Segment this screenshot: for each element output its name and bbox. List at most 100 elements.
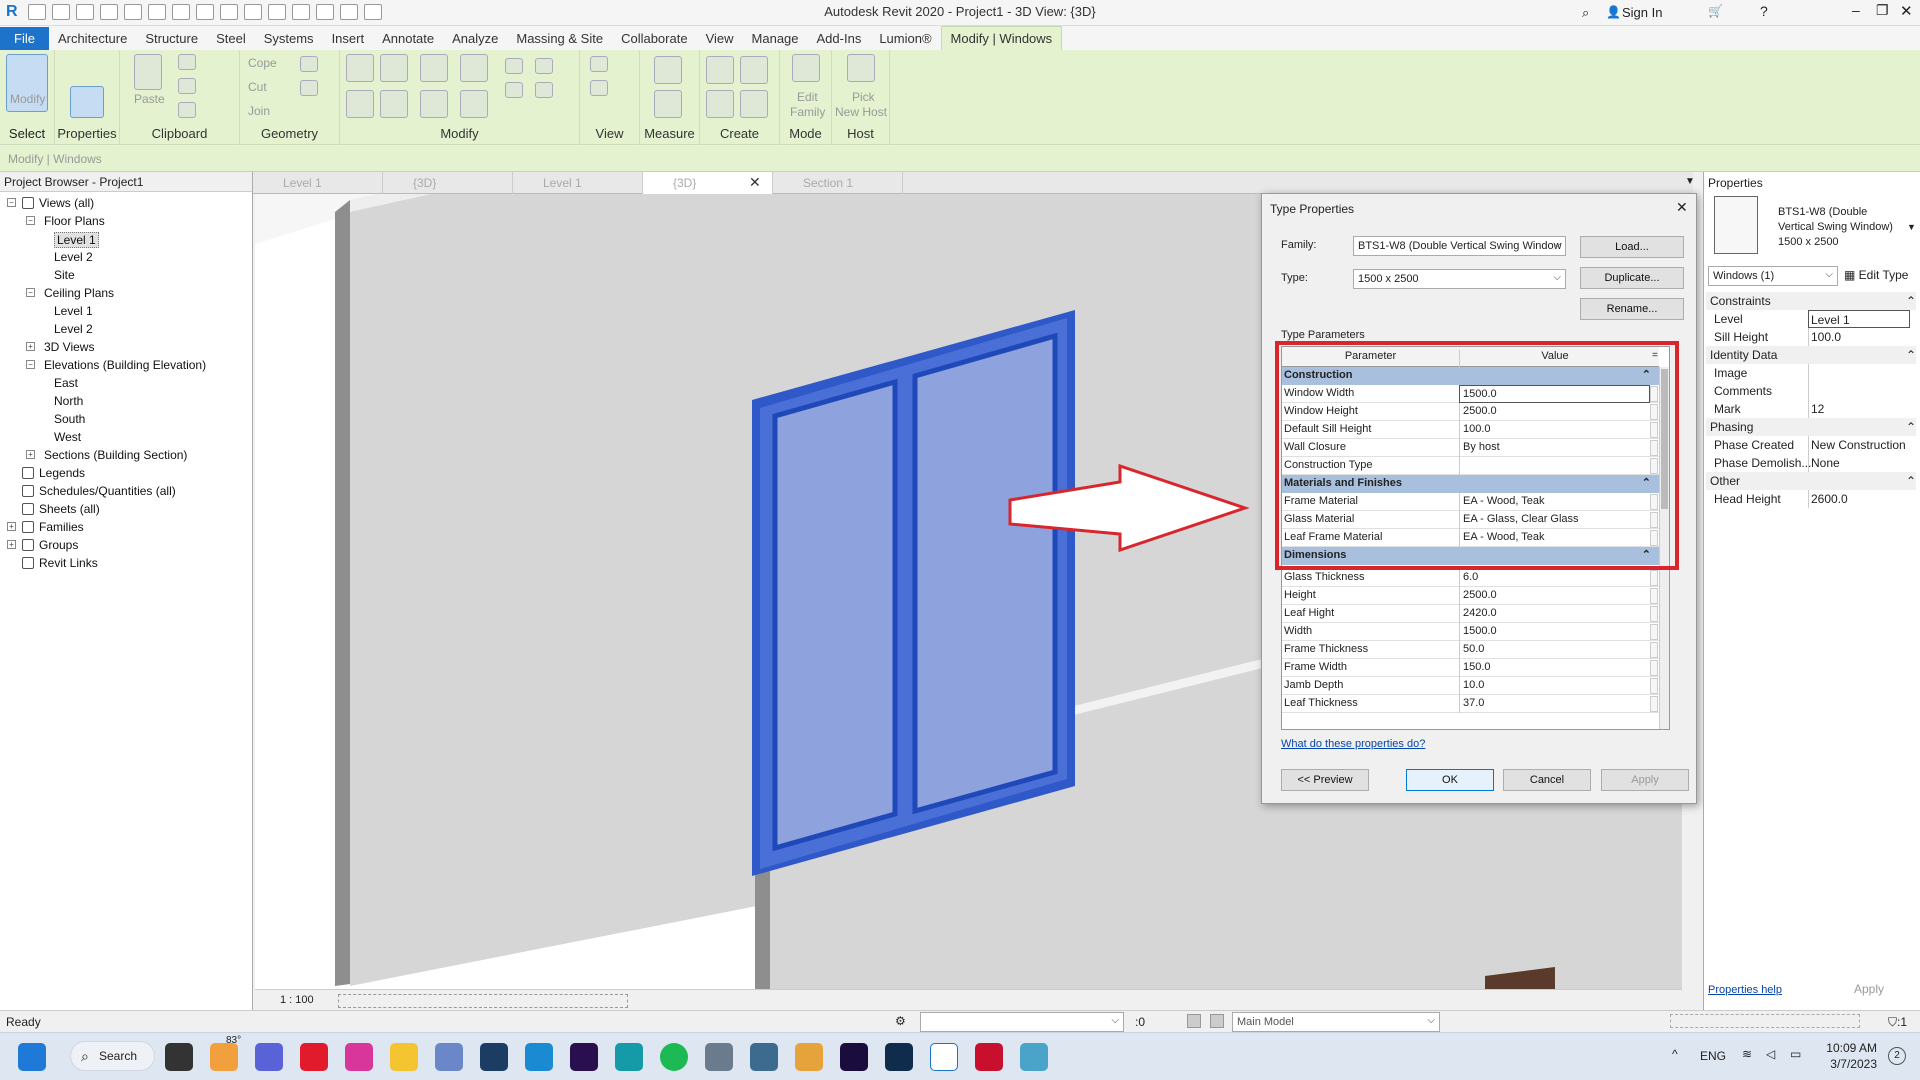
user-icon[interactable]: 👤 <box>1606 5 1621 19</box>
tab-lumion[interactable]: Lumion® <box>870 27 940 50</box>
apply-button[interactable]: Apply <box>1601 769 1689 791</box>
clock-date[interactable]: 3/7/2023 <box>1822 1057 1877 1071</box>
battery-icon[interactable]: ▭ <box>1790 1047 1801 1061</box>
tree-node[interactable]: Level 1 <box>54 232 99 248</box>
tab-view[interactable]: View <box>697 27 743 50</box>
split-face-icon[interactable] <box>300 80 318 96</box>
language-indicator[interactable]: ENG <box>1700 1049 1726 1063</box>
cart-icon[interactable]: 🛒 <box>1708 4 1723 18</box>
exclude-options-icon[interactable] <box>1187 1014 1201 1028</box>
press-drag-icon[interactable] <box>1210 1014 1224 1028</box>
tab-view-section-1[interactable]: Section 1 <box>773 172 903 194</box>
tab-massing-site[interactable]: Massing & Site <box>507 27 612 50</box>
property-value-field[interactable]: None <box>1808 454 1910 472</box>
clock-time[interactable]: 10:09 AM <box>1822 1041 1877 1055</box>
collapse-icon[interactable]: ⌃ <box>1906 474 1916 488</box>
premiere-icon[interactable] <box>570 1043 598 1071</box>
property-value-field[interactable] <box>1808 382 1910 400</box>
tab-view-level-1[interactable]: Level 1 <box>253 172 383 194</box>
tab-view-3d[interactable]: {3D} <box>383 172 513 194</box>
view-scale[interactable]: 1 : 100 <box>280 994 314 1006</box>
tab-manage[interactable]: Manage <box>743 27 808 50</box>
tab-view-level-1b[interactable]: Level 1 <box>513 172 643 194</box>
tab-annotate[interactable]: Annotate <box>373 27 443 50</box>
tree-expander-icon[interactable]: + <box>7 540 16 549</box>
property-group-header[interactable]: Constraints <box>1706 292 1916 310</box>
tree-node[interactable]: Site <box>54 268 75 282</box>
tree-node[interactable]: Level 2 <box>54 250 93 264</box>
tree-expander-icon[interactable]: + <box>7 522 16 531</box>
delete-icon[interactable] <box>535 82 553 98</box>
tree-expander-icon[interactable]: − <box>26 288 35 297</box>
align-icon[interactable] <box>346 54 374 82</box>
lightroom-icon[interactable] <box>480 1043 508 1071</box>
property-group-header[interactable]: Identity Data <box>1706 346 1916 364</box>
join-button[interactable]: Join <box>248 104 270 118</box>
create-parts-icon[interactable] <box>740 56 768 84</box>
app-icon-2[interactable] <box>750 1043 778 1071</box>
type-name-line-3[interactable]: 1500 x 2500 <box>1778 236 1839 248</box>
cope-button[interactable]: Cope <box>248 56 277 70</box>
start-icon[interactable] <box>18 1043 46 1071</box>
binoculars-icon[interactable]: ⌕ <box>1582 5 1589 21</box>
property-value-field[interactable]: 2600.0 <box>1808 490 1910 508</box>
param-value-field[interactable]: 10.0 <box>1459 677 1650 695</box>
sign-in-link[interactable]: Sign In <box>1622 5 1662 20</box>
app-icon-3[interactable] <box>1020 1043 1048 1071</box>
workset-select[interactable]: Main Model ⌵ <box>1232 1012 1440 1032</box>
app-icon-1[interactable] <box>705 1043 733 1071</box>
split-icon[interactable] <box>460 54 488 82</box>
tree-node[interactable]: Sheets (all) <box>39 502 100 516</box>
type-name-line-1[interactable]: BTS1-W8 (Double <box>1778 206 1867 218</box>
tree-node[interactable]: Groups <box>39 538 78 552</box>
param-value-field[interactable]: 150.0 <box>1459 659 1650 677</box>
task-view-icon[interactable] <box>165 1043 193 1071</box>
selection-toggle-icons[interactable] <box>1670 1014 1860 1028</box>
view-controls-icons[interactable] <box>338 994 628 1008</box>
type-name-line-2[interactable]: Vertical Swing Window) <box>1778 221 1893 233</box>
associate-parameter-button[interactable] <box>1650 678 1658 694</box>
param-value-field[interactable]: 37.0 <box>1459 695 1650 713</box>
close-icon[interactable]: ✕ <box>1900 2 1913 20</box>
collapse-icon[interactable]: ⌃ <box>1906 348 1916 362</box>
tree-node[interactable]: North <box>54 394 83 408</box>
help-icon[interactable]: ? <box>1760 3 1768 19</box>
filter-count[interactable]: ⛉:1 <box>1888 1015 1907 1030</box>
media-icon[interactable] <box>795 1043 823 1071</box>
scale-icon[interactable] <box>505 82 523 98</box>
type-selector-chevron-icon[interactable]: ▼ <box>1907 222 1916 232</box>
tree-node[interactable]: Floor Plans <box>44 214 105 228</box>
cancel-button[interactable]: Cancel <box>1503 769 1591 791</box>
copy-icon[interactable] <box>178 78 196 94</box>
tree-expander-icon[interactable]: − <box>26 360 35 369</box>
close-tab-icon[interactable]: ✕ <box>749 174 761 191</box>
tree-node[interactable]: West <box>54 430 81 444</box>
preview-button[interactable]: << Preview <box>1281 769 1369 791</box>
select-dropdown[interactable]: Select <box>0 126 54 141</box>
collapse-icon[interactable]: ⌃ <box>1906 294 1916 308</box>
hide-icon[interactable] <box>590 56 608 72</box>
offset-icon[interactable] <box>380 54 408 82</box>
param-value-field[interactable]: 1500.0 <box>1459 623 1650 641</box>
tree-node[interactable]: Revit Links <box>39 556 98 570</box>
associate-parameter-button[interactable] <box>1650 624 1658 640</box>
tab-insert[interactable]: Insert <box>323 27 374 50</box>
geometry-tool-icon[interactable] <box>300 56 318 72</box>
tab-add-ins[interactable]: Add-Ins <box>808 27 871 50</box>
array-icon[interactable] <box>505 58 523 74</box>
param-value-field[interactable]: 2420.0 <box>1459 605 1650 623</box>
associate-parameter-button[interactable] <box>1650 642 1658 658</box>
tab-steel[interactable]: Steel <box>207 27 255 50</box>
3ds-max-icon[interactable] <box>615 1043 643 1071</box>
tree-node[interactable]: South <box>54 412 85 426</box>
associate-parameter-button[interactable] <box>1650 696 1658 712</box>
property-value-field[interactable]: 12 <box>1808 400 1910 418</box>
associate-parameter-button[interactable] <box>1650 606 1658 622</box>
property-group-header[interactable]: Phasing <box>1706 418 1916 436</box>
property-value-field[interactable]: Level 1 <box>1808 310 1910 328</box>
dimension-tool-icon[interactable] <box>654 90 682 118</box>
tree-node[interactable]: Level 2 <box>54 322 93 336</box>
rotate-icon[interactable] <box>420 90 448 118</box>
chat-icon[interactable] <box>255 1043 283 1071</box>
tree-expander-icon[interactable]: + <box>26 342 35 351</box>
